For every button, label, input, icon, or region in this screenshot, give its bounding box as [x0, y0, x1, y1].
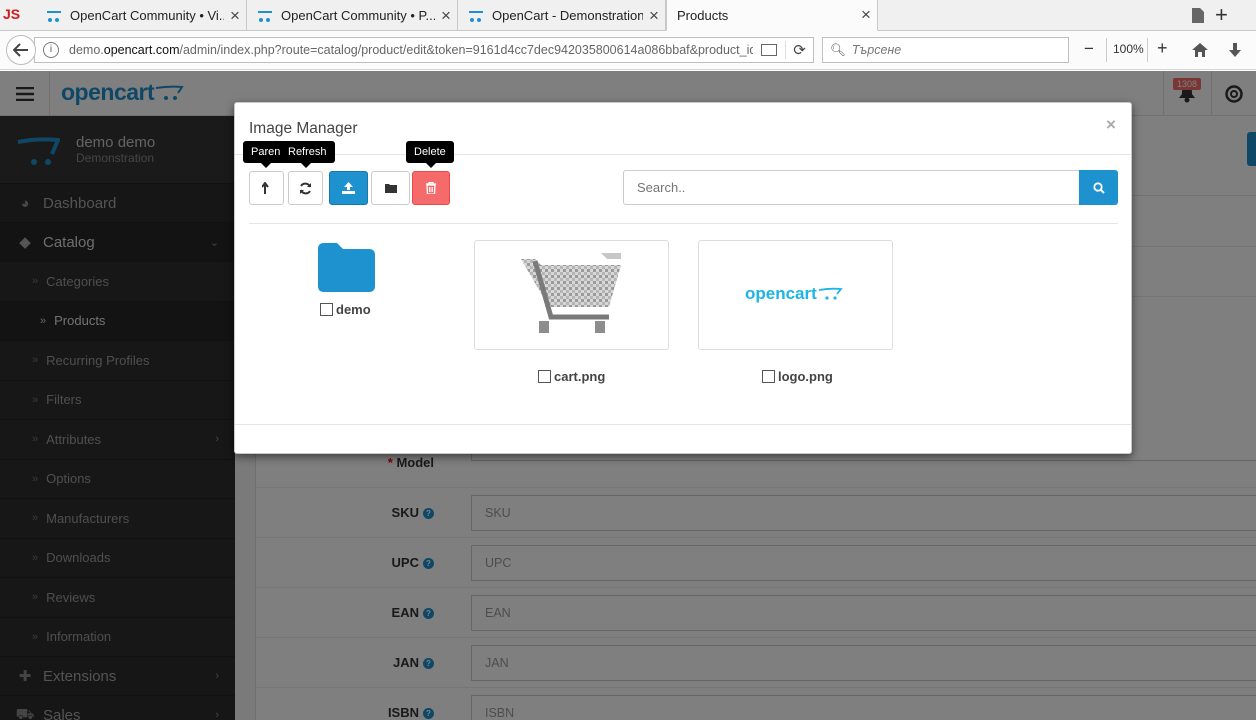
magnifier-icon: 🔍︎	[830, 42, 846, 57]
opencart-favicon	[258, 10, 272, 22]
search-placeholder: Търсене	[851, 43, 902, 57]
trash-icon	[426, 182, 436, 194]
modal-footer-divider	[235, 424, 1131, 425]
refresh-icon	[300, 182, 311, 194]
logo-image: opencart	[745, 284, 843, 304]
home-icon[interactable]	[1191, 42, 1209, 58]
reader-view-icon[interactable]	[761, 44, 777, 56]
new-tab-button[interactable]: +	[1215, 2, 1228, 28]
zoom-divider	[1106, 38, 1107, 62]
image-search-input[interactable]	[623, 170, 1080, 205]
select-checkbox[interactable]	[538, 370, 551, 383]
tab-title: OpenCart - Demonstration	[492, 8, 643, 23]
zoom-level[interactable]: 100%	[1113, 42, 1144, 56]
tooltip-arrow	[261, 163, 271, 168]
folder-icon	[384, 184, 397, 193]
image-thumbnail-logo[interactable]: opencart	[698, 240, 893, 350]
browser-tab-2[interactable]: OpenCart Community • P... ×	[247, 0, 458, 31]
zoom-in-button[interactable]: +	[1157, 38, 1168, 59]
close-tab-icon[interactable]: ×	[855, 5, 877, 25]
reload-icon[interactable]: ⟳	[785, 41, 813, 59]
tab-title: Products	[677, 7, 729, 23]
tooltip-refresh: Refresh	[280, 141, 335, 163]
zoom-divider	[1147, 38, 1148, 62]
folder-item-demo[interactable]	[318, 243, 376, 293]
upload-icon	[342, 182, 355, 194]
select-checkbox[interactable]	[320, 303, 333, 316]
image-label-cart[interactable]: cart.png	[538, 369, 605, 384]
zoom-out-button[interactable]: −	[1084, 39, 1094, 59]
page-icon[interactable]	[1191, 7, 1205, 24]
modal-close-button[interactable]: ×	[1106, 115, 1116, 135]
level-up-icon	[261, 182, 269, 194]
js-badge: JS	[3, 6, 21, 22]
search-icon	[1092, 181, 1105, 194]
tooltip-arrow	[301, 163, 311, 168]
download-icon[interactable]	[1228, 42, 1242, 58]
image-search-button[interactable]	[1079, 170, 1118, 205]
delete-button[interactable]	[412, 171, 450, 205]
tooltip-delete: Delete	[406, 141, 454, 163]
refresh-button[interactable]	[288, 171, 323, 205]
url-bar[interactable]: i demo.opencart.com/admin/index.php?rout…	[34, 37, 814, 63]
modal-header-divider	[235, 154, 1131, 155]
tab-title: OpenCart Community • Vi...	[70, 8, 224, 23]
browser-search-field[interactable]: 🔍︎ Търсене	[822, 37, 1069, 63]
new-folder-button[interactable]	[371, 171, 410, 205]
arrow-left-icon	[13, 43, 28, 57]
opencart-favicon	[47, 10, 61, 22]
folder-icon	[318, 243, 375, 292]
image-label-logo[interactable]: logo.png	[762, 369, 833, 384]
back-button[interactable]	[6, 35, 36, 65]
tooltip-arrow	[426, 163, 436, 168]
folder-label-demo[interactable]: demo	[320, 302, 371, 317]
cart-image	[521, 253, 621, 333]
browser-nav-bar: i demo.opencart.com/admin/index.php?rout…	[0, 31, 1256, 70]
modal-title: Image Manager	[249, 120, 358, 137]
tab-title: OpenCart Community • P...	[281, 8, 435, 23]
browser-tab-3[interactable]: OpenCart - Demonstration ×	[458, 0, 666, 31]
site-info-icon[interactable]: i	[43, 42, 59, 58]
logo-image-text: opencart	[745, 284, 817, 303]
browser-tab-4-active[interactable]: Products ×	[666, 0, 878, 31]
opencart-favicon	[469, 10, 483, 22]
url-text: demo.opencart.com/admin/index.php?route=…	[69, 43, 753, 57]
close-tab-icon[interactable]: ×	[435, 6, 457, 26]
image-manager-modal: Image Manager × Paren Refresh Delete dem…	[234, 102, 1132, 454]
parent-folder-button[interactable]	[249, 171, 284, 205]
close-tab-icon[interactable]: ×	[643, 6, 665, 26]
cart-swoosh-icon	[818, 287, 843, 300]
select-checkbox[interactable]	[762, 370, 775, 383]
toolbar-divider	[249, 223, 1118, 224]
browser-tab-bar: JS OpenCart Community • Vi... × OpenCart…	[0, 0, 1256, 31]
browser-tab-1[interactable]: OpenCart Community • Vi... ×	[36, 0, 247, 31]
image-thumbnail-cart[interactable]	[474, 240, 669, 350]
close-tab-icon[interactable]: ×	[224, 6, 246, 26]
upload-button[interactable]	[329, 171, 368, 205]
